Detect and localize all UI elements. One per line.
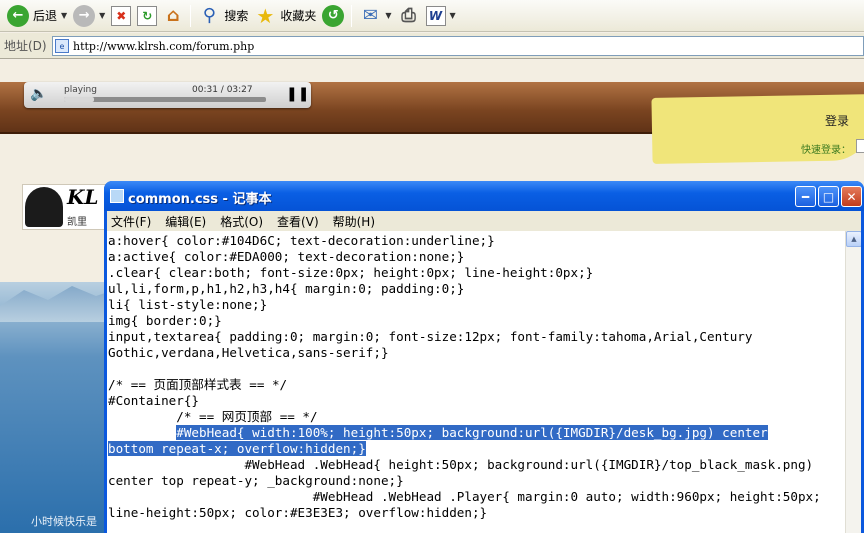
printer-icon: ⎙ bbox=[401, 5, 416, 26]
code-line: a:hover{ color:#104D6C; text-decoration:… bbox=[108, 233, 495, 248]
chevron-down-icon[interactable]: ▼ bbox=[450, 11, 456, 20]
address-label: 地址(D) bbox=[4, 39, 47, 53]
search-button[interactable]: ⚲ 搜索 bbox=[195, 2, 251, 30]
stop-icon: ✖ bbox=[111, 5, 132, 26]
player-status: playing bbox=[64, 85, 97, 95]
mail-button[interactable]: ✉ ▼ bbox=[356, 2, 394, 30]
forward-button[interactable]: → ▼ bbox=[70, 2, 108, 30]
minimize-button[interactable]: ━ bbox=[795, 186, 816, 207]
player-progress-fill bbox=[64, 97, 95, 102]
close-button[interactable]: ✕ bbox=[841, 186, 862, 207]
footer-text: 小时候快乐是 bbox=[31, 515, 97, 528]
logo-text: KL bbox=[67, 185, 99, 209]
page-icon: e bbox=[55, 39, 69, 53]
notepad-titlebar[interactable]: common.css - 记事本 ━ □ ✕ bbox=[104, 181, 864, 211]
code-line: #WebHead .WebHead .Player{ margin:0 auto… bbox=[108, 489, 821, 504]
code-line: ul,li,form,p,h1,h2,h3,h4{ margin:0; padd… bbox=[108, 281, 465, 296]
search-label: 搜索 bbox=[224, 9, 249, 23]
code-line: #Container{} bbox=[108, 393, 199, 408]
notepad-icon[interactable] bbox=[110, 189, 124, 203]
scroll-up-icon[interactable]: ▲ bbox=[846, 231, 861, 247]
vertical-scrollbar[interactable]: ▲ bbox=[845, 231, 861, 533]
code-content: a:hover{ color:#104D6C; text-decoration:… bbox=[108, 233, 843, 521]
print-button[interactable]: ⎙ bbox=[395, 2, 423, 30]
notepad-menubar: 文件(F) 编辑(E) 格式(O) 查看(V) 帮助(H) bbox=[107, 211, 861, 231]
code-line: #WebHead .WebHead{ height:50px; backgrou… bbox=[108, 457, 814, 472]
code-line: input,textarea{ padding:0; margin:0; fon… bbox=[108, 329, 753, 344]
qq-login-icon[interactable] bbox=[856, 139, 864, 153]
selected-text: bottom repeat-x; overflow:hidden;} bbox=[108, 441, 366, 456]
code-line: img{ border:0;} bbox=[108, 313, 222, 328]
logo-figure-icon bbox=[25, 187, 63, 227]
chevron-down-icon[interactable]: ▼ bbox=[61, 11, 67, 20]
code-line: #WebHead{ width:100%; height:50px; backg… bbox=[108, 425, 843, 441]
chevron-down-icon[interactable]: ▼ bbox=[385, 11, 391, 20]
notepad-text-area[interactable]: a:hover{ color:#104D6C; text-decoration:… bbox=[107, 231, 861, 533]
word-icon: W bbox=[425, 5, 446, 26]
forward-arrow-icon: → bbox=[73, 4, 96, 27]
address-input[interactable]: e http://www.klrsh.com/forum.php bbox=[52, 36, 864, 56]
code-line: line-height:50px; color:#E3E3E3; overflo… bbox=[108, 505, 488, 520]
code-line: a:active{ color:#EDA000; text-decoration… bbox=[108, 249, 465, 264]
history-icon: ↺ bbox=[322, 4, 345, 27]
code-line: center top repeat-y; _background:none;} bbox=[108, 473, 404, 488]
toolbar-separator bbox=[190, 4, 192, 27]
star-icon: ★ bbox=[256, 3, 275, 28]
player-time: 00:31 / 03:27 bbox=[192, 85, 253, 95]
logo-subtext: 凯里 bbox=[67, 217, 87, 228]
site-logo[interactable]: KL 凯里 bbox=[22, 184, 112, 230]
back-arrow-icon: ← bbox=[7, 4, 29, 27]
maximize-button[interactable]: □ bbox=[818, 186, 839, 207]
favorites-button[interactable]: ★ 收藏夹 bbox=[251, 2, 319, 30]
refresh-button[interactable]: ↻ bbox=[134, 2, 160, 30]
search-icon: ⚲ bbox=[202, 5, 216, 26]
edit-button[interactable]: W ▼ bbox=[423, 2, 459, 30]
code-line: /* == 网页顶部 == */ bbox=[108, 409, 318, 424]
browser-toolbar: ← 后退 ▼ → ▼ ✖ ↻ ⌂ ⚲ 搜索 ★ 收藏夹 ↺ ✉ ▼ ⎙ W ▼ bbox=[0, 0, 864, 32]
menu-edit[interactable]: 编辑(E) bbox=[165, 213, 206, 230]
address-url: http://www.klrsh.com/forum.php bbox=[73, 39, 255, 53]
code-line: .clear{ clear:both; font-size:0px; heigh… bbox=[108, 265, 594, 280]
menu-help[interactable]: 帮助(H) bbox=[333, 213, 375, 230]
selected-text: #WebHead{ width:100%; height:50px; backg… bbox=[176, 425, 768, 440]
favorites-label: 收藏夹 bbox=[280, 9, 317, 23]
menu-view[interactable]: 查看(V) bbox=[277, 213, 319, 230]
address-bar: 地址(D) e http://www.klrsh.com/forum.php bbox=[0, 33, 864, 59]
code-line: bottom repeat-x; overflow:hidden;} bbox=[108, 441, 843, 457]
back-button[interactable]: ← 后退 ▼ bbox=[4, 2, 70, 30]
menu-file[interactable]: 文件(F) bbox=[111, 213, 151, 230]
notepad-window: common.css - 记事本 ━ □ ✕ 文件(F) 编辑(E) 格式(O)… bbox=[104, 181, 864, 533]
history-button[interactable]: ↺ bbox=[319, 2, 347, 30]
speaker-icon[interactable]: 🔈 bbox=[30, 86, 47, 102]
back-label: 后退 bbox=[33, 9, 58, 23]
pause-icon[interactable]: ❚❚ bbox=[286, 86, 309, 102]
player-progress-bar[interactable] bbox=[64, 97, 266, 102]
code-line: li{ list-style:none;} bbox=[108, 297, 268, 312]
notepad-title: common.css - 记事本 bbox=[128, 192, 272, 207]
code-line: /* == 页面顶部样式表 == */ bbox=[108, 377, 288, 392]
code-line: Gothic,verdana,Helvetica,sans-serif;} bbox=[108, 345, 389, 360]
home-icon: ⌂ bbox=[166, 5, 180, 26]
music-player: 🔈 playing 00:31 / 03:27 ❚❚ bbox=[24, 82, 311, 108]
quick-login-label: 快速登录： bbox=[801, 145, 851, 156]
stop-button[interactable]: ✖ bbox=[108, 2, 134, 30]
refresh-icon: ↻ bbox=[137, 5, 158, 26]
home-button[interactable]: ⌂ bbox=[160, 2, 186, 30]
chevron-down-icon[interactable]: ▼ bbox=[99, 11, 105, 20]
login-link[interactable]: 登录 bbox=[825, 112, 849, 129]
menu-format[interactable]: 格式(O) bbox=[220, 213, 263, 230]
mail-icon: ✉ bbox=[362, 5, 378, 26]
toolbar-separator bbox=[351, 4, 353, 27]
